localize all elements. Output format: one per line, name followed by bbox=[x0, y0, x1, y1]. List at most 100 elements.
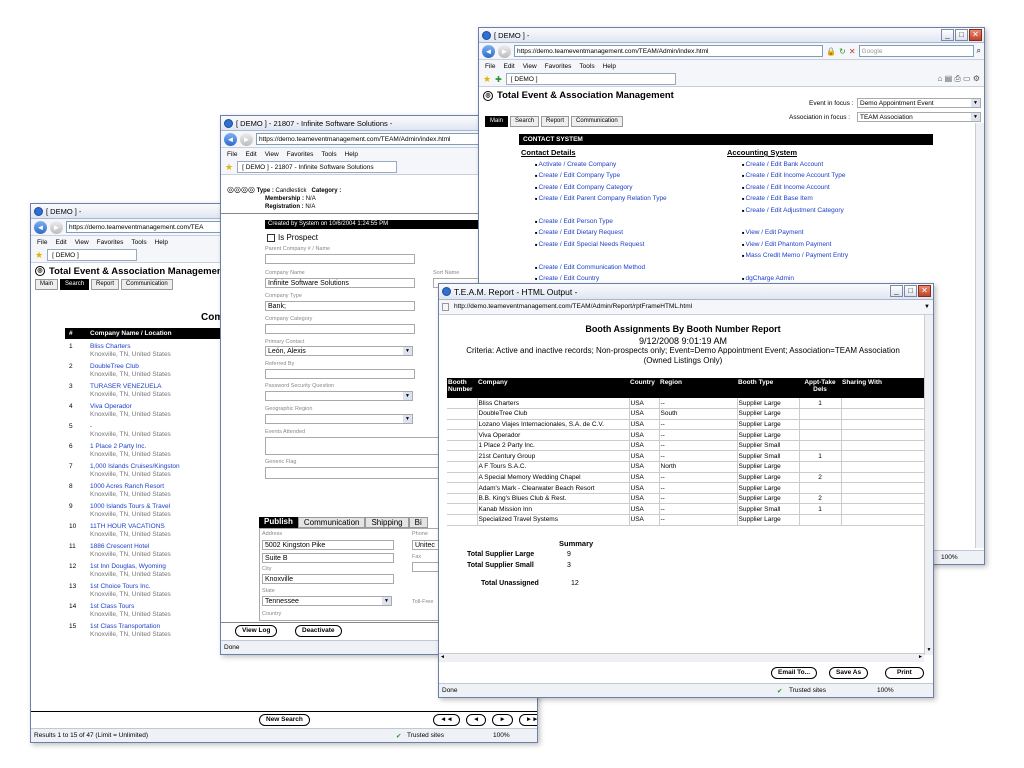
menu-view[interactable]: View bbox=[523, 63, 537, 70]
favorites-star-icon[interactable]: ★ bbox=[225, 162, 233, 173]
url-field[interactable]: https://demo.teameventmanagement.com/TEA… bbox=[514, 45, 824, 57]
favorites-star-icon[interactable]: ★ bbox=[483, 74, 491, 85]
last-page-button[interactable]: ►► bbox=[518, 714, 537, 726]
menu-view[interactable]: View bbox=[75, 239, 89, 246]
company-link[interactable]: 1000 Islands Tours & Travel bbox=[90, 503, 170, 510]
company-name-field[interactable]: Infinite Software Solutions bbox=[265, 278, 415, 288]
email-to-button[interactable]: Email To... bbox=[771, 667, 818, 679]
minimize-icon[interactable]: _ bbox=[890, 285, 903, 297]
menu-tools[interactable]: Tools bbox=[579, 63, 594, 70]
contact-link[interactable]: Create / Edit Special Needs Request bbox=[539, 241, 645, 248]
city-field[interactable]: Knoxville bbox=[262, 574, 394, 584]
company-link[interactable]: - bbox=[90, 423, 92, 430]
state-select[interactable]: Tennessee ▼ bbox=[262, 596, 392, 606]
event-select[interactable]: Demo Appointment Event ▼ bbox=[857, 98, 981, 108]
url-dropdown-arrow-icon[interactable]: ▼ bbox=[924, 304, 930, 310]
company-link[interactable]: DoubleTree Club bbox=[90, 363, 139, 370]
menu-favorites[interactable]: Favorites bbox=[287, 151, 314, 158]
page-icon[interactable]: ▭ bbox=[963, 74, 971, 83]
view-log-button[interactable]: View Log bbox=[235, 625, 278, 637]
contact-link[interactable]: Create / Edit Company Type bbox=[539, 172, 621, 179]
print-button[interactable]: Print bbox=[885, 667, 924, 679]
menu-help[interactable]: Help bbox=[603, 63, 616, 70]
menu-edit[interactable]: Edit bbox=[55, 239, 66, 246]
subtab-communication[interactable]: Communication bbox=[297, 517, 366, 528]
accounting-link[interactable]: Mass Credit Memo / Payment Entry bbox=[746, 252, 849, 259]
scroll-left-icon[interactable]: ◄ bbox=[440, 654, 445, 660]
add-favorites-icon[interactable]: ✚ bbox=[495, 75, 502, 84]
menu-favorites[interactable]: Favorites bbox=[545, 63, 572, 70]
menu-help[interactable]: Help bbox=[155, 239, 168, 246]
dropdown-arrow-icon[interactable]: ▼ bbox=[403, 347, 412, 355]
zoom-level[interactable]: 100% bbox=[941, 554, 958, 561]
company-link[interactable]: 1886 Crescent Hotel bbox=[90, 543, 149, 550]
zoom-level[interactable]: 100% bbox=[877, 687, 894, 694]
contact-link[interactable]: Create / Edit Country bbox=[539, 275, 600, 282]
vertical-scrollbar[interactable] bbox=[975, 123, 984, 548]
accounting-link[interactable]: dgCharge Admin bbox=[746, 275, 794, 282]
subtab-billing[interactable]: Bi bbox=[408, 517, 428, 528]
primary-contact-select[interactable]: León, Alexis ▼ bbox=[265, 346, 413, 356]
search-input[interactable]: Google bbox=[858, 45, 974, 57]
forward-icon[interactable]: ► bbox=[240, 132, 253, 146]
company-link[interactable]: 1,000 Islands Cruises/Kingston bbox=[90, 463, 180, 470]
contact-link[interactable]: Create / Edit Company Category bbox=[539, 184, 633, 191]
dropdown-arrow-icon[interactable]: ▼ bbox=[403, 415, 412, 423]
contact-link[interactable]: Activate / Create Company bbox=[539, 161, 617, 168]
back-icon[interactable]: ◄ bbox=[34, 220, 47, 234]
print-icon[interactable]: ⎙ bbox=[954, 74, 960, 83]
zoom-level[interactable]: 100% bbox=[493, 732, 510, 739]
subtab-publish[interactable]: Publish bbox=[259, 517, 298, 528]
save-as-button[interactable]: Save As bbox=[829, 667, 869, 679]
address-line2-field[interactable]: Suite B bbox=[262, 553, 394, 563]
menu-edit[interactable]: Edit bbox=[245, 151, 256, 158]
accounting-link[interactable]: Create / Edit Bank Account bbox=[746, 161, 824, 168]
menu-file[interactable]: File bbox=[227, 151, 237, 158]
deactivate-button[interactable]: Deactivate bbox=[295, 625, 342, 637]
close-icon[interactable]: ✕ bbox=[969, 29, 982, 41]
minimize-icon[interactable]: _ bbox=[941, 29, 954, 41]
geographic-region-select[interactable]: ▼ bbox=[265, 414, 413, 424]
nav-icons[interactable]: ◎◎◎◎ bbox=[227, 185, 255, 194]
url-field[interactable]: https://demo.teameventmanagement.com/TEA… bbox=[256, 133, 496, 145]
company-link[interactable]: 1st Class Tours bbox=[90, 603, 134, 610]
tab-main[interactable]: Main bbox=[485, 116, 509, 127]
subtab-shipping[interactable]: Shipping bbox=[365, 517, 409, 528]
company-type-field[interactable]: Bank; bbox=[265, 301, 415, 311]
company-link[interactable]: 1st Choice Tours Inc. bbox=[90, 583, 151, 590]
company-link[interactable]: 1000 Acres Ranch Resort bbox=[90, 483, 164, 490]
company-link[interactable]: 1st Class Transportation bbox=[90, 623, 160, 630]
accounting-link[interactable]: View / Edit Payment bbox=[746, 229, 804, 236]
tab-search[interactable]: Search bbox=[510, 116, 540, 127]
maximize-icon[interactable]: □ bbox=[904, 285, 917, 297]
tab-communication[interactable]: Communication bbox=[121, 279, 173, 290]
maximize-icon[interactable]: □ bbox=[955, 29, 968, 41]
company-link[interactable]: 1st Inn Douglas, Wyoming bbox=[90, 563, 166, 570]
menu-favorites[interactable]: Favorites bbox=[97, 239, 124, 246]
prev-page-button[interactable]: ◄ bbox=[465, 714, 487, 726]
tab-communication[interactable]: Communication bbox=[571, 116, 623, 127]
browser-tab[interactable]: [ DEMO ] bbox=[505, 73, 676, 85]
referred-by-field[interactable] bbox=[265, 369, 415, 379]
accounting-link[interactable]: Create / Edit Base Item bbox=[746, 195, 813, 202]
url-field[interactable]: http://demo.teameventmanagement.com/TEAM… bbox=[452, 301, 921, 313]
back-icon[interactable]: ◄ bbox=[224, 132, 237, 146]
stop-icon[interactable]: ✕ bbox=[849, 47, 856, 56]
tab-report[interactable]: Report bbox=[541, 116, 570, 127]
dropdown-arrow-icon[interactable]: ▼ bbox=[403, 392, 412, 400]
menu-edit[interactable]: Edit bbox=[503, 63, 514, 70]
contact-link[interactable]: Create / Edit Parent Company Relation Ty… bbox=[539, 195, 667, 202]
tools-gear-icon[interactable]: ⚙ bbox=[973, 74, 980, 83]
horizontal-scrollbar[interactable]: ◄ ► bbox=[439, 653, 924, 662]
refresh-icon[interactable]: ↻ bbox=[839, 47, 846, 56]
contact-link[interactable]: Create / Edit Person Type bbox=[539, 218, 613, 225]
password-question-select[interactable]: ▼ bbox=[265, 391, 413, 401]
menu-file[interactable]: File bbox=[485, 63, 495, 70]
scroll-down-icon[interactable]: ▼ bbox=[925, 647, 933, 655]
browser-tab[interactable]: [ DEMO ] - 21807 - Infinite Software Sol… bbox=[237, 161, 398, 173]
title-bar[interactable]: [ DEMO ] - 21807 - Infinite Software Sol… bbox=[221, 116, 499, 131]
close-icon[interactable]: ✕ bbox=[918, 285, 931, 297]
tab-report[interactable]: Report bbox=[91, 279, 120, 290]
browser-tab[interactable]: [ DEMO ] bbox=[47, 249, 138, 261]
scroll-right-icon[interactable]: ► bbox=[918, 654, 923, 660]
